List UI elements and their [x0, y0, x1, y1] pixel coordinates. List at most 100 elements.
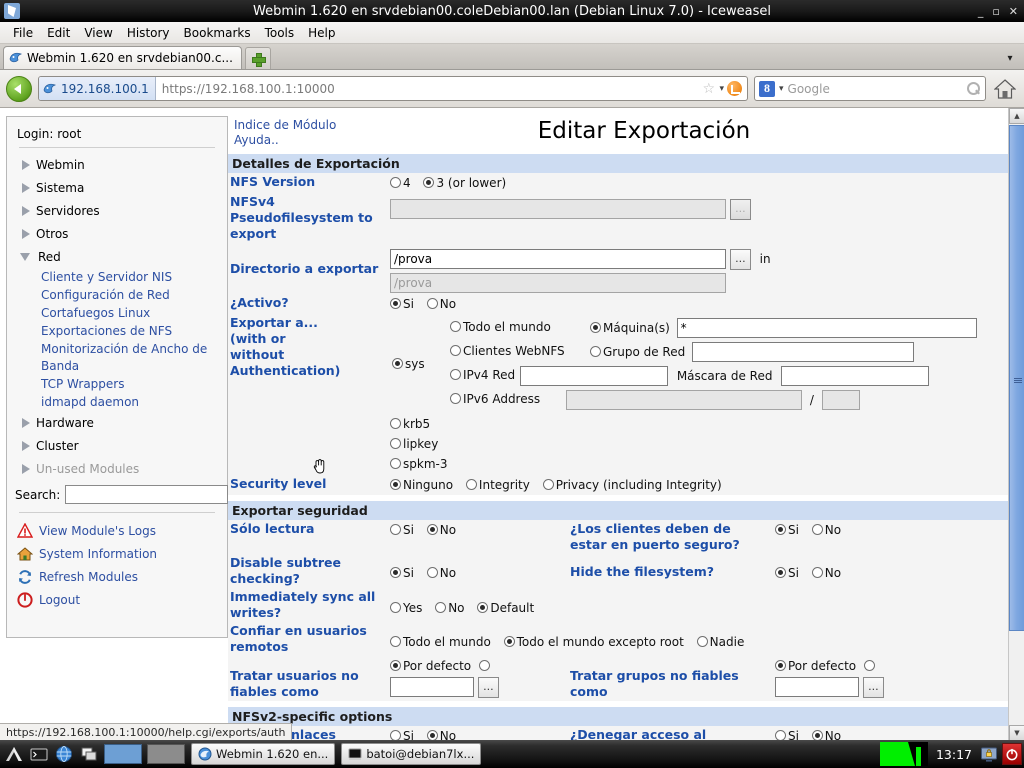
radio-host-netgroup[interactable]: Grupo de Red [590, 345, 685, 359]
directory-input[interactable] [390, 249, 726, 269]
desk1-icon[interactable] [104, 744, 142, 764]
system-monitor-graph[interactable] [879, 742, 928, 766]
netmask-input[interactable] [781, 366, 930, 386]
sidebar-action-view-module-logs[interactable]: View Module's Logs [7, 519, 227, 542]
bookmark-star-icon[interactable]: ☆ [702, 82, 716, 96]
sidebar-item-monitorizacion-ancho-banda[interactable]: Monitorización de Ancho de [7, 340, 227, 357]
menu-view[interactable]: View [77, 24, 119, 42]
untrusted-users-browse-button[interactable]: ... [477, 677, 499, 698]
power-icon[interactable] [1002, 743, 1022, 765]
radio-sec-lipkey[interactable]: lipkey [390, 437, 438, 451]
radio-trust-none[interactable]: Nadie [696, 635, 744, 649]
pseudofilesystem-input[interactable] [390, 199, 726, 219]
radio-host-machines[interactable]: Máquina(s) [590, 321, 670, 335]
search-input[interactable] [65, 485, 229, 504]
maximize-button[interactable]: ▫ [992, 5, 999, 18]
browser-globe-icon[interactable] [54, 744, 74, 764]
sidebar-category-sistema[interactable]: Sistema [7, 176, 227, 199]
radio-untrusted-groups-default[interactable]: Por defecto [775, 659, 856, 673]
windows-icon[interactable] [79, 744, 99, 764]
rss-feed-icon[interactable] [727, 81, 742, 96]
menu-tools[interactable]: Tools [258, 24, 302, 42]
radio-nfs-version-3[interactable]: 3 (or lower) [423, 176, 506, 190]
sidebar-category-hardware[interactable]: Hardware [7, 411, 227, 434]
sidebar-category-cluster[interactable]: Cluster [7, 434, 227, 457]
menu-bookmarks[interactable]: Bookmarks [177, 24, 258, 42]
radio-sec-krb5[interactable]: krb5 [390, 417, 430, 431]
radio-trust-all-but-root[interactable]: Todo el mundo excepto root [503, 635, 684, 649]
page-scrollbar[interactable]: ▲ ▼ [1008, 108, 1024, 741]
list-all-tabs-button[interactable]: ▾ [1000, 47, 1020, 69]
radio-subtree-no[interactable]: No [426, 566, 456, 580]
google-engine-icon[interactable]: 8 [759, 80, 775, 97]
ipv6-prefix-input[interactable] [821, 390, 860, 410]
radio-untrusted-users-default[interactable]: Por defecto [390, 659, 471, 673]
directory-browse-button[interactable]: ... [729, 249, 751, 270]
radio-untrusted-groups-custom[interactable] [863, 660, 875, 671]
machines-input[interactable] [676, 318, 977, 338]
taskbar-clock[interactable]: 13:17 [932, 747, 976, 762]
sidebar-item-configuracion-de-red[interactable]: Configuración de Red [7, 286, 227, 304]
radio-active-yes[interactable]: Si [390, 297, 414, 311]
taskbar-window-terminal[interactable]: batoi@debian7lx... [341, 743, 482, 765]
sidebar-action-refresh-modules[interactable]: Refresh Modules [7, 565, 227, 588]
site-identity-box[interactable]: 192.168.100.1 [39, 77, 156, 100]
help-link[interactable]: Ayuda.. [234, 133, 384, 148]
netgroup-input[interactable] [692, 342, 915, 362]
tab-webmin[interactable]: Webmin 1.620 en srvdebian00.c... [3, 46, 242, 69]
minimize-button[interactable]: _ [978, 5, 984, 18]
sidebar-category-unused-modules[interactable]: Un-used Modules [7, 457, 227, 480]
radio-readonly-yes[interactable]: Si [390, 523, 414, 537]
search-bar[interactable]: 8 ▾ Google [754, 76, 986, 101]
terminal-icon[interactable] [29, 744, 49, 764]
radio-untrusted-users-custom[interactable] [478, 660, 490, 671]
sidebar-category-red[interactable]: Red [7, 245, 227, 268]
ipv4-network-input[interactable] [520, 366, 668, 386]
sidebar-item-monitorizacion-ancho-banda-cont[interactable]: Banda [7, 357, 227, 375]
scrollbar-thumb[interactable] [1009, 125, 1024, 631]
lock-screen-icon[interactable] [980, 745, 998, 763]
new-tab-button[interactable] [244, 47, 271, 69]
url-input[interactable]: https://192.168.100.1:10000 [156, 82, 703, 96]
radio-nfs-version-4[interactable]: 4 [390, 176, 411, 190]
radio-subtree-yes[interactable]: Si [390, 566, 414, 580]
radio-active-no[interactable]: No [426, 297, 456, 311]
search-icon[interactable] [966, 81, 981, 96]
radio-sync-no[interactable]: No [435, 601, 465, 615]
sidebar-item-cortafuegos-linux[interactable]: Cortafuegos Linux [7, 304, 227, 322]
radio-seclevel-privacy[interactable]: Privacy (including Integrity) [542, 478, 722, 492]
radio-host-ipv4[interactable]: IPv4 Red [450, 368, 515, 382]
menu-edit[interactable]: Edit [40, 24, 77, 42]
taskbar-window-webmin[interactable]: Webmin 1.620 en... [191, 743, 336, 765]
directory-second-input[interactable] [390, 273, 726, 293]
menu-help[interactable]: Help [301, 24, 342, 42]
sidebar-category-servidores[interactable]: Servidores [7, 199, 227, 222]
scrollbar-down-button[interactable]: ▼ [1009, 725, 1024, 741]
sidebar-item-idmapd-daemon[interactable]: idmapd daemon [7, 393, 227, 411]
untrusted-users-input[interactable] [390, 677, 474, 697]
radio-secure-port-no[interactable]: No [811, 523, 841, 537]
ipv6-address-input[interactable] [566, 390, 802, 410]
radio-seclevel-integrity[interactable]: Integrity [465, 478, 530, 492]
close-button[interactable]: ✕ [1009, 5, 1018, 18]
pseudofilesystem-browse-button[interactable]: ... [729, 199, 751, 220]
radio-sync-default[interactable]: Default [477, 601, 534, 615]
radio-host-ipv6[interactable]: IPv6 Address [450, 392, 540, 406]
radio-readonly-no[interactable]: No [426, 523, 456, 537]
radio-sec-sys[interactable]: sys [392, 357, 425, 371]
search-input[interactable]: Google [788, 82, 962, 96]
untrusted-groups-input[interactable] [775, 677, 859, 697]
radio-seclevel-none[interactable]: Ninguno [390, 478, 453, 492]
menu-history[interactable]: History [120, 24, 177, 42]
scrollbar-up-button[interactable]: ▲ [1009, 108, 1024, 124]
sidebar-category-otros[interactable]: Otros [7, 222, 227, 245]
url-bar[interactable]: 192.168.100.1 https://192.168.100.1:1000… [38, 76, 748, 101]
chevron-down-icon[interactable]: ▾ [719, 84, 724, 94]
sidebar-item-exportaciones-de-nfs[interactable]: Exportaciones de NFS [7, 322, 227, 340]
radio-sec-spkm3[interactable]: spkm-3 [390, 457, 447, 471]
back-button[interactable] [6, 75, 32, 102]
untrusted-groups-browse-button[interactable]: ... [862, 677, 884, 698]
radio-secure-port-yes[interactable]: Si [775, 523, 799, 537]
radio-sync-yes[interactable]: Yes [390, 601, 422, 615]
radio-host-webnfs[interactable]: Clientes WebNFS [450, 344, 565, 358]
